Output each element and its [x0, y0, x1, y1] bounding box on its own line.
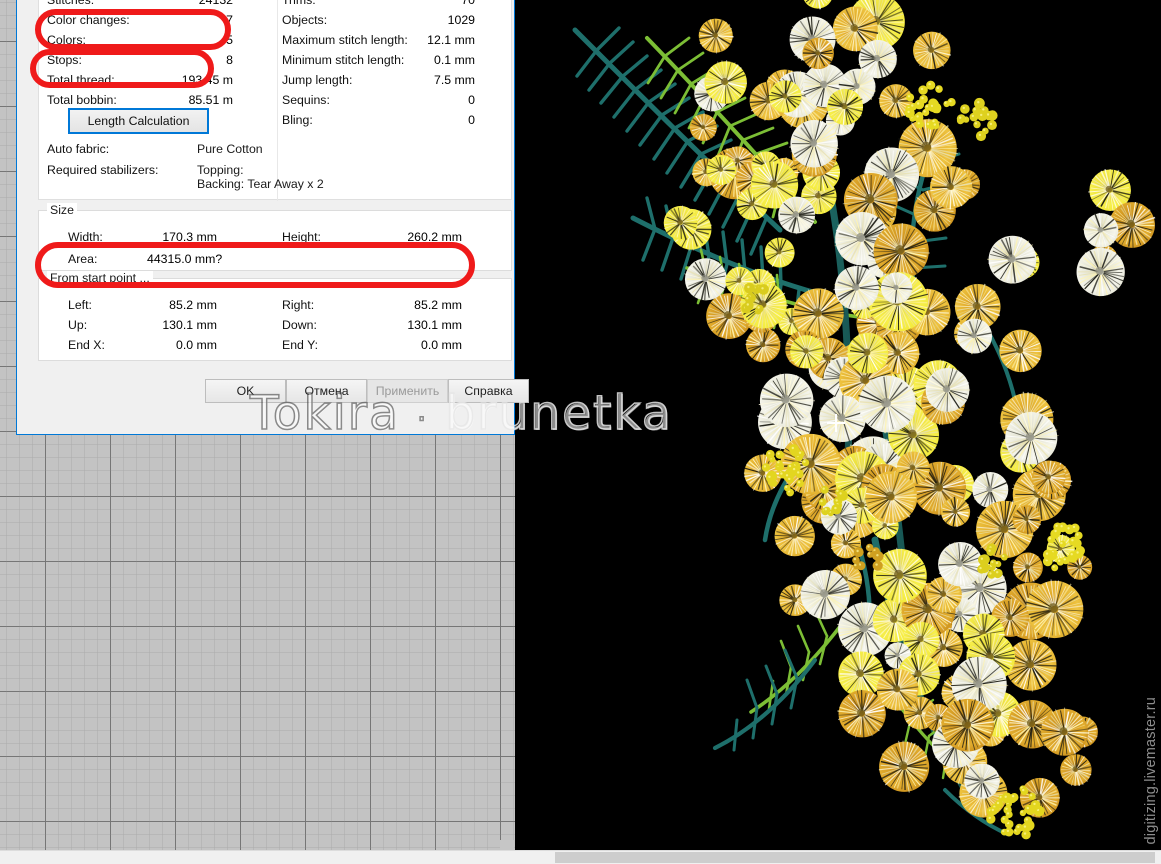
- stat-label: Objects:: [282, 13, 327, 27]
- end-y-value: 0.0 mm: [387, 338, 462, 352]
- stat-row-stops: Stops:: [47, 53, 82, 67]
- ok-button[interactable]: OK: [205, 379, 286, 403]
- stat-label: Stops:: [47, 53, 82, 67]
- stat-value-total-bobbin: 85.51 m: [167, 93, 233, 107]
- stat-value-bling: 0: [387, 113, 475, 127]
- area-label: Area:: [68, 252, 97, 266]
- stat-row-objects: Objects:: [282, 13, 327, 27]
- auto-fabric-label: Auto fabric:: [47, 142, 109, 156]
- stat-row-min-stitch-length: Minimum stitch length:: [282, 53, 404, 67]
- stat-row-total-thread: Total thread:: [47, 73, 115, 87]
- stat-value-min-stitch-length: 0.1 mm: [387, 53, 475, 67]
- left-value: 85.2 mm: [147, 298, 217, 312]
- stat-label: Minimum stitch length:: [282, 53, 404, 67]
- area-value: 44315.0 mm?: [147, 252, 247, 266]
- stat-value-total-thread: 193.45 m: [167, 73, 233, 87]
- up-value: 130.1 mm: [147, 318, 217, 332]
- stat-label: Trims:: [282, 0, 316, 7]
- stat-value-max-stitch-length: 12.1 mm: [387, 33, 475, 47]
- apply-button: Применить: [367, 379, 448, 403]
- stat-row-bling: Bling:: [282, 113, 313, 127]
- stat-value-trims: 70: [387, 0, 475, 7]
- from-start-point-title: From start point ...: [47, 271, 153, 285]
- stat-value-jump-length: 7.5 mm: [387, 73, 475, 87]
- horizontal-scrollbar[interactable]: [0, 850, 1161, 864]
- stabilizer-topping-value: Topping:: [197, 163, 244, 177]
- stat-row-total-bobbin: Total bobbin:: [47, 93, 117, 107]
- right-label: Right:: [282, 298, 314, 312]
- cancel-button[interactable]: Отмена: [286, 379, 367, 403]
- mimosa-design-graphic: [515, 0, 1161, 852]
- stat-label: Total bobbin:: [47, 93, 117, 107]
- stat-value-objects: 1029: [387, 13, 475, 27]
- stat-row-jump-length: Jump length:: [282, 73, 352, 87]
- down-label: Down:: [282, 318, 317, 332]
- stat-row-stitches: Stitches:: [47, 0, 94, 7]
- auto-fabric-value: Pure Cotton: [197, 142, 263, 156]
- stabilizer-backing-value: Backing: Tear Away x 2: [197, 177, 324, 191]
- stat-row-color-changes: Color changes:: [47, 13, 130, 27]
- down-value: 130.1 mm: [387, 318, 462, 332]
- width-value: 170.3 mm: [147, 230, 217, 244]
- end-y-label: End Y:: [282, 338, 318, 352]
- stat-row-trims: Trims:: [282, 0, 316, 7]
- right-value: 85.2 mm: [387, 298, 462, 312]
- column-divider: [277, 0, 278, 201]
- end-x-label: End X:: [68, 338, 105, 352]
- required-stabilizers-label: Required stabilizers:: [47, 163, 158, 177]
- stat-value-colors: 5: [167, 33, 233, 47]
- stat-label: Bling:: [282, 113, 313, 127]
- stat-label: Jump length:: [282, 73, 352, 87]
- stat-value-stitches: 24132: [167, 0, 233, 7]
- height-label: Height:: [282, 230, 321, 244]
- embroidery-preview-image: digitizing.livemaster.ru: [515, 0, 1161, 852]
- stat-row-colors: Colors:: [47, 33, 86, 47]
- width-label: Width:: [68, 230, 103, 244]
- stat-label: Colors:: [47, 33, 86, 47]
- stat-label: Required stabilizers:: [47, 163, 158, 177]
- stat-value-color-changes: 7: [167, 13, 233, 27]
- stat-label: Total thread:: [47, 73, 115, 87]
- stat-value-stops: 8: [167, 53, 233, 67]
- size-groupbox-title: Size: [47, 203, 77, 217]
- up-label: Up:: [68, 318, 87, 332]
- height-value: 260.2 mm: [387, 230, 462, 244]
- stat-label: Stitches:: [47, 0, 94, 7]
- stat-label: Color changes:: [47, 13, 130, 27]
- stat-label: Auto fabric:: [47, 142, 109, 156]
- end-x-value: 0.0 mm: [147, 338, 217, 352]
- design-properties-dialog[interactable]: Machine format: Tajima Stitches: 24132 C…: [16, 0, 515, 435]
- left-label: Left:: [68, 298, 92, 312]
- stat-row-sequins: Sequins:: [282, 93, 330, 107]
- length-calculation-button[interactable]: Length Calculation: [68, 108, 209, 134]
- stat-label: Sequins:: [282, 93, 330, 107]
- horizontal-scrollbar-thumb[interactable]: [555, 852, 1155, 863]
- site-watermark-vertical: digitizing.livemaster.ru: [1143, 697, 1159, 844]
- help-button[interactable]: Справка: [448, 379, 529, 403]
- stat-value-sequins: 0: [387, 93, 475, 107]
